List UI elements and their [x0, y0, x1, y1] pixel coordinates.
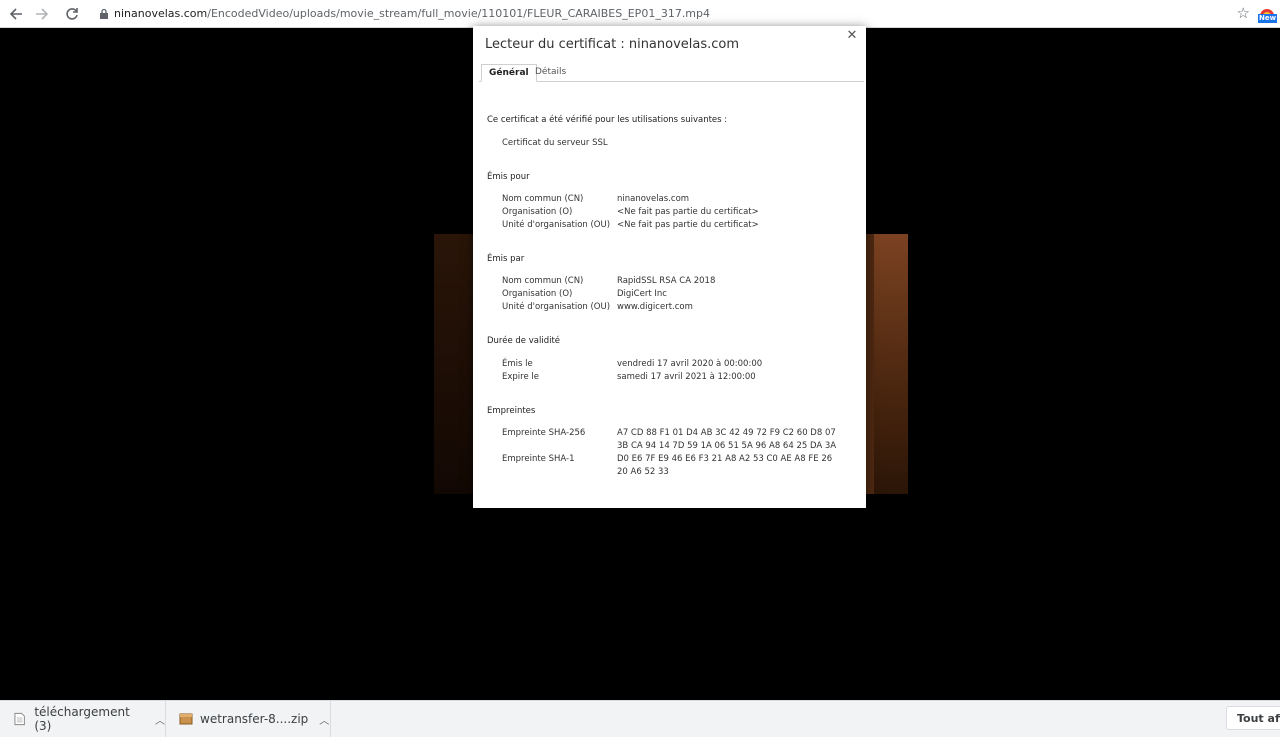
show-all-button[interactable]: Tout affi — [1226, 706, 1280, 730]
extension-badge: New — [1258, 14, 1278, 23]
lock-icon[interactable] — [98, 7, 110, 21]
url-host: ninanovelas.com — [114, 7, 208, 20]
bookmark-star-icon[interactable]: ☆ — [1237, 4, 1250, 22]
issued-by-o-label: Organisation (O) — [502, 289, 573, 299]
file-icon — [14, 712, 25, 726]
download-item[interactable]: wetransfer-8....zip ︿ — [166, 701, 331, 737]
expires-on-value: samedi 17 avril 2021 à 12:00:00 — [617, 372, 756, 382]
issued-by-ou-value: www.digicert.com — [617, 302, 693, 312]
sha1-value-line2: 20 A6 52 33 — [617, 467, 669, 477]
download-shelf: téléchargement (3) ︿ wetransfer-8....zip… — [0, 700, 1280, 737]
video-shade-left — [434, 234, 474, 494]
sha256-value-line2: 3B CA 94 14 7D 59 1A 06 51 5A 96 A8 64 2… — [617, 441, 837, 451]
fingerprints-heading: Empreintes — [487, 406, 536, 416]
video-shade-right — [874, 234, 908, 494]
tab-bar: Général Détails — [479, 64, 864, 82]
issued-to-o-value: <Ne fait pas partie du certificat> — [617, 207, 759, 217]
issued-by-ou-label: Unité d'organisation (OU) — [502, 302, 611, 312]
download-item[interactable]: téléchargement (3) ︿ — [0, 701, 166, 737]
chevron-up-icon[interactable]: ︿ — [155, 712, 165, 727]
forward-button[interactable] — [30, 2, 54, 26]
issued-by-heading: Émis par — [487, 254, 525, 264]
sha1-value-line1: D0 E6 7F E9 46 E6 F3 21 A8 A2 53 C0 AE A… — [617, 454, 833, 464]
issued-to-cn-label: Nom commun (CN) — [502, 194, 584, 204]
usage-item: Certificat du serveur SSL — [502, 138, 608, 148]
arrow-left-icon — [9, 7, 22, 20]
issued-to-heading: Émis pour — [487, 172, 530, 182]
archive-icon — [179, 713, 193, 725]
sha256-value-line1: A7 CD 88 F1 01 D4 AB 3C 42 49 72 F9 C2 6… — [617, 428, 836, 438]
dialog-title: Lecteur du certificat : ninanovelas.com — [485, 37, 740, 52]
tab-details[interactable]: Détails — [528, 64, 573, 80]
validity-heading: Durée de validité — [487, 336, 561, 346]
reload-button[interactable] — [60, 2, 84, 26]
close-button[interactable]: ✕ — [844, 28, 860, 44]
issued-on-label: Émis le — [502, 359, 533, 369]
issued-by-o-value: DigiCert Inc — [617, 289, 667, 299]
verified-heading: Ce certificat a été vérifié pour les uti… — [487, 115, 728, 125]
extension-button[interactable]: New — [1258, 4, 1278, 23]
download-name: wetransfer-8....zip — [200, 712, 309, 726]
sha256-label: Empreinte SHA-256 — [502, 428, 586, 438]
back-button[interactable] — [4, 2, 28, 26]
sha1-label: Empreinte SHA-1 — [502, 454, 575, 464]
arrow-right-icon — [36, 7, 49, 20]
issued-by-cn-label: Nom commun (CN) — [502, 276, 584, 286]
issued-to-ou-label: Unité d'organisation (OU) — [502, 220, 611, 230]
browser-toolbar: ninanovelas.com/EncodedVideo/uploads/mov… — [0, 0, 1280, 28]
chevron-up-icon[interactable]: ︿ — [319, 712, 329, 727]
address-bar[interactable]: ninanovelas.com/EncodedVideo/uploads/mov… — [114, 7, 710, 20]
issued-to-o-label: Organisation (O) — [502, 207, 573, 217]
show-all-label: Tout affi — [1237, 711, 1280, 725]
issued-on-value: vendredi 17 avril 2020 à 00:00:00 — [617, 359, 763, 369]
reload-icon — [66, 7, 78, 20]
download-name: téléchargement (3) — [34, 705, 130, 733]
issued-to-cn-value: ninanovelas.com — [617, 194, 690, 204]
expires-on-label: Expire le — [502, 372, 539, 382]
url-path: /EncodedVideo/uploads/movie_stream/full_… — [207, 7, 711, 20]
certificate-viewer-dialog: Lecteur du certificat : ninanovelas.com … — [473, 26, 866, 508]
issued-by-cn-value: RapidSSL RSA CA 2018 — [617, 276, 716, 286]
issued-to-ou-value: <Ne fait pas partie du certificat> — [617, 220, 759, 230]
